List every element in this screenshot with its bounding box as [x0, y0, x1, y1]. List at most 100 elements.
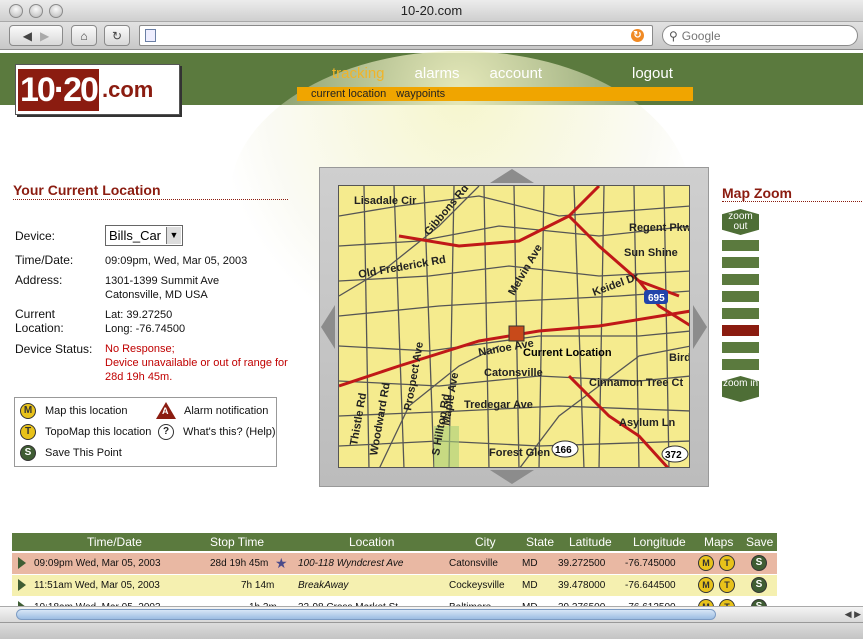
pan-left-arrow-icon[interactable] [321, 305, 335, 349]
col-stop-time: Stop Time [210, 535, 265, 549]
map-zoom-title: Map Zoom [722, 185, 792, 201]
svg-text:Lisadale Cir: Lisadale Cir [354, 195, 417, 207]
row-stop-time: 28d 19h 45m [210, 558, 269, 569]
address-label: Address: [15, 273, 63, 287]
address-bar[interactable]: ↻ [139, 25, 653, 46]
device-select-value: Bills_Car [109, 228, 162, 243]
play-icon[interactable] [18, 557, 26, 569]
status-line3: 28d 19h 45m. [105, 371, 173, 383]
legend-help[interactable]: ? What's this? (Help) [158, 424, 276, 440]
zoom-level-3[interactable] [722, 274, 759, 285]
status-line2: Device unavailable or out of range for [105, 357, 288, 369]
current-location-title: Your Current Location [13, 182, 161, 198]
site-logo[interactable]: 10·20 .com [15, 64, 180, 115]
row-location: BreakAway [298, 580, 349, 591]
rss-icon[interactable]: ↻ [631, 29, 644, 42]
device-select[interactable]: Bills_Car ▼ [105, 225, 183, 246]
col-latitude: Latitude [569, 535, 612, 549]
map-m-icon[interactable]: M [698, 577, 714, 593]
save-s-icon[interactable]: S [751, 555, 767, 571]
pan-right-arrow-icon[interactable] [693, 305, 707, 349]
svg-text:Prospect Ave: Prospect Ave [402, 341, 426, 412]
current-location-label: Current Location [523, 347, 612, 359]
logout-link[interactable]: logout [632, 65, 673, 82]
row-save: S [751, 577, 767, 593]
forward-icon[interactable]: ▶ [40, 29, 49, 43]
topo-t-icon[interactable]: T [719, 577, 735, 593]
street-map[interactable]: Lisadale Cir Gibbons Rd Old Frederick Rd… [338, 185, 690, 468]
back-forward-button[interactable]: ◀ ▶ [9, 25, 63, 46]
zoom-divider [722, 201, 862, 202]
search-box[interactable]: ⚲ [662, 25, 858, 46]
col-state: State [526, 535, 555, 549]
zoom-level-8[interactable] [722, 359, 759, 370]
zoom-in-button[interactable]: zoom in [722, 376, 759, 402]
chevron-down-icon: ▼ [166, 227, 181, 244]
logo-domain: .com [101, 76, 154, 102]
horizontal-scrollbar[interactable]: ◀ ▶ [0, 606, 863, 622]
save-s-icon[interactable]: S [751, 577, 767, 593]
table-row[interactable]: 09:09pm Wed, Mar 05, 2003 28d 19h 45m ★ … [12, 553, 777, 574]
address-line2: Catonsville, MD USA [105, 289, 208, 301]
icon-legend: M Map this location T TopoMap this locatio… [14, 397, 277, 467]
svg-text:695: 695 [648, 293, 665, 304]
svg-text:372: 372 [665, 450, 682, 461]
nav-tracking[interactable]: tracking [332, 65, 385, 82]
legend-save: S Save This Point [20, 445, 122, 461]
row-location: 100-118 Wyndcrest Ave [298, 558, 404, 569]
window-title: 10-20.com [400, 3, 463, 18]
topo-t-icon[interactable]: T [719, 555, 735, 571]
legend-map-label: Map this location [45, 405, 128, 417]
zoom-level-1[interactable] [722, 240, 759, 251]
nav-account[interactable]: account [490, 65, 543, 82]
device-status-label: Device Status: [15, 342, 93, 356]
row-map-icons: M T [698, 555, 735, 571]
reload-button[interactable]: ↻ [104, 25, 130, 46]
browser-toolbar: ◀ ▶ ⌂ ↻ ↻ ⚲ [0, 22, 863, 50]
search-input[interactable] [681, 28, 832, 43]
zoom-level-2[interactable] [722, 257, 759, 268]
col-time-date: Time/Date [87, 535, 142, 549]
sub-nav: current location waypoints [297, 87, 693, 101]
play-icon[interactable] [18, 579, 26, 591]
legend-alarm-label: Alarm notification [184, 404, 269, 417]
zoom-level-7[interactable] [722, 342, 759, 353]
scroll-arrows-icon[interactable]: ◀ ▶ [845, 609, 861, 620]
legend-help-label: What's this? (Help) [183, 426, 276, 438]
row-latitude: 39.478000 [558, 580, 606, 591]
home-button[interactable]: ⌂ [71, 25, 97, 46]
map-m-icon[interactable]: M [698, 555, 714, 571]
device-label: Device: [15, 229, 56, 243]
subnav-current-location[interactable]: current location [311, 88, 386, 100]
search-icon: ⚲ [669, 28, 678, 43]
zoom-out-button[interactable]: zoom out [722, 209, 759, 235]
col-location: Location [349, 535, 395, 549]
alarm-icon: A [156, 402, 176, 419]
svg-text:Thistle Rd: Thistle Rd [348, 392, 369, 446]
main-nav: tracking alarms account [332, 65, 572, 82]
back-icon[interactable]: ◀ [23, 29, 32, 43]
zoom-level-6-selected[interactable] [722, 325, 759, 336]
row-longitude: -76.745000 [625, 558, 676, 569]
alarm-letter: A [162, 406, 169, 416]
longitude-value: Long: -76.74500 [105, 323, 186, 335]
subnav-waypoints[interactable]: waypoints [396, 88, 445, 100]
pan-up-arrow-icon[interactable] [490, 169, 534, 183]
svg-text:Woodward Rd: Woodward Rd [368, 382, 393, 457]
nav-alarms[interactable]: alarms [415, 65, 460, 82]
zoom-level-5[interactable] [722, 308, 759, 319]
pan-down-arrow-icon[interactable] [490, 470, 534, 484]
svg-text:Gibbons Rd: Gibbons Rd [422, 186, 471, 238]
status-bar [0, 622, 863, 639]
window-titlebar: 10-20.com [0, 0, 863, 22]
svg-text:Asylum Ln: Asylum Ln [619, 417, 676, 429]
zoom-level-4[interactable] [722, 291, 759, 302]
scrollbar-thumb[interactable] [16, 609, 716, 620]
legend-map: M Map this location [20, 403, 128, 419]
row-time: 11:51am Wed, Mar 05, 2003 [34, 580, 160, 591]
svg-text:Sun Shine: Sun Shine [624, 247, 678, 259]
col-longitude: Longitude [633, 535, 686, 549]
legend-save-label: Save This Point [45, 447, 122, 459]
table-row[interactable]: 11:51am Wed, Mar 05, 2003 7h 14m BreakAw… [12, 575, 777, 596]
row-state: MD [522, 558, 538, 569]
